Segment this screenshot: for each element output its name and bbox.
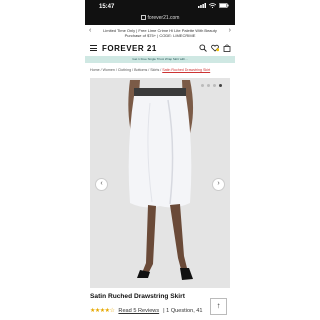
promo-banner[interactable]: ‹ Limited Time Only | Free Lime Crime Hi… <box>85 25 235 41</box>
chevron-right-icon: › <box>217 180 220 187</box>
carousel-prev-button[interactable]: ‹ <box>95 178 108 191</box>
promo-next-icon[interactable]: › <box>229 27 231 34</box>
breadcrumb: Home / Women / Clothing / Bottoms / Skir… <box>90 68 210 72</box>
carousel-dot-active[interactable] <box>219 84 222 87</box>
url-text: forever21.com <box>147 15 180 21</box>
carousel-dot[interactable] <box>213 84 216 87</box>
carousel-dots <box>201 84 222 87</box>
site-header: FOREVER 21 <box>85 41 235 57</box>
questions-text[interactable]: | 1 Question, 41 <box>163 308 202 314</box>
arrow-up-icon: ↑ <box>216 301 221 310</box>
header-icons <box>199 44 231 52</box>
search-icon[interactable] <box>199 44 207 52</box>
status-icons <box>198 3 229 8</box>
battery-icon <box>219 3 229 8</box>
shopping-bag-icon[interactable] <box>223 44 231 52</box>
status-bar: 15:47 <box>85 0 235 14</box>
phone-screen: 15:47 forever21.com ‹ Limited Time Only … <box>85 0 235 320</box>
product-image[interactable]: ‹ › <box>90 78 230 288</box>
hamburger-menu-icon[interactable] <box>90 45 97 51</box>
rating-stars: ★★★★☆ <box>90 308 115 314</box>
site-logo[interactable]: FOREVER 21 <box>102 44 157 53</box>
offer-banner[interactable]: Get 1 Free Single Tricot Wrap Skirt with… <box>85 56 235 63</box>
promo-text: Limited Time Only | Free Lime Crime Hi L… <box>103 28 217 38</box>
product-photo <box>90 78 230 288</box>
heart-icon[interactable] <box>211 44 219 52</box>
wifi-icon <box>209 3 216 8</box>
status-time: 15:47 <box>99 4 115 10</box>
breadcrumb-path[interactable]: Home / Women / Clothing / Bottoms / Skir… <box>90 68 162 72</box>
product-title: Satin Ruched Drawstring Skirt <box>90 293 185 300</box>
carousel-dot[interactable] <box>207 84 210 87</box>
breadcrumb-current[interactable]: Satin Ruched Drawstring Skirt <box>162 68 210 72</box>
address-bar[interactable]: forever21.com <box>85 14 235 25</box>
carousel-next-button[interactable]: › <box>212 178 225 191</box>
reviews-link[interactable]: Read 5 Reviews <box>118 308 159 314</box>
product-reviews: ★★★★☆ Read 5 Reviews | 1 Question, 41 <box>90 307 203 315</box>
carousel-dot[interactable] <box>201 84 204 87</box>
scroll-to-top-button[interactable]: ↑ <box>210 298 227 315</box>
signal-icon <box>198 3 206 8</box>
chevron-left-icon: ‹ <box>100 180 103 187</box>
promo-prev-icon[interactable]: ‹ <box>89 27 91 34</box>
lock-icon <box>140 15 146 21</box>
